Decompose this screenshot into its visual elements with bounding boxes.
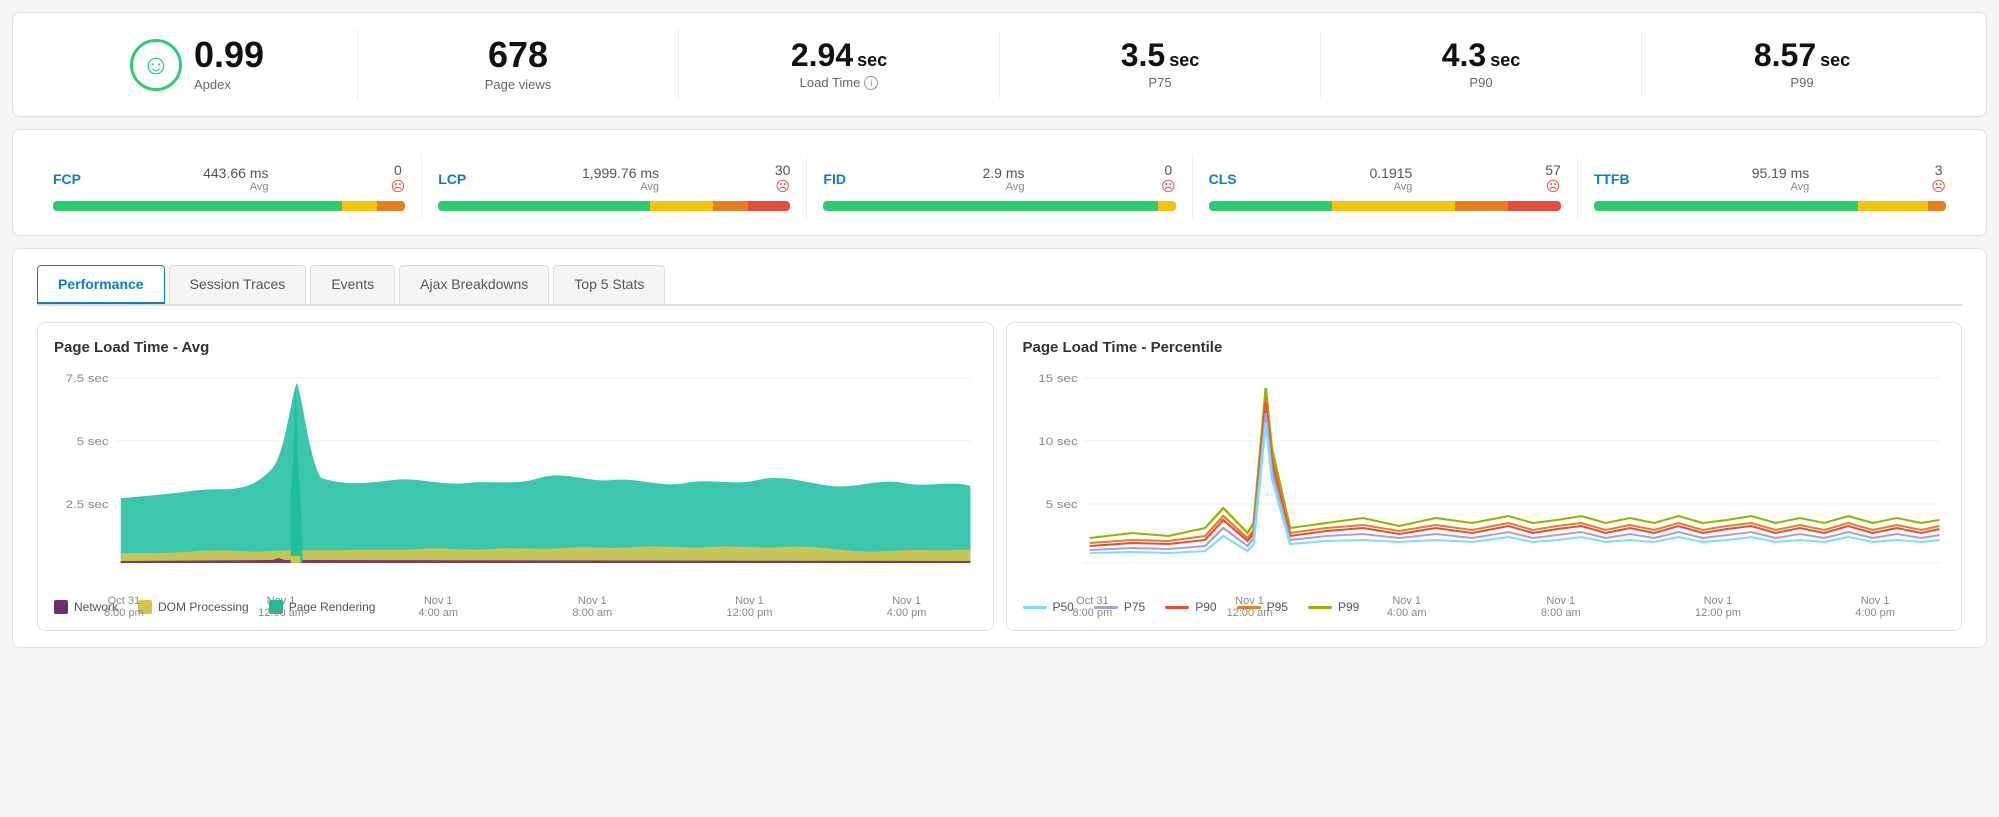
p99-stat: 8.57 sec P99 (1642, 31, 1962, 98)
p75-stat: 3.5 sec P75 (1000, 31, 1321, 98)
cls-alert-icon: ☹ (1546, 178, 1561, 195)
page-views-value: 678 (488, 37, 548, 73)
vital-cls: CLS 0.1915 Avg 57 ☹ (1193, 154, 1578, 219)
lcp-avg: 1,999.76 ms (582, 165, 659, 181)
top-stats-card: ☺ 0.99 Apdex 678 Page views 2.94 sec Loa… (12, 12, 1987, 117)
performance-card: Performance Session Traces Events Ajax B… (12, 248, 1987, 648)
lcp-count: 30 (775, 162, 791, 178)
ttfb-count: 3 (1935, 162, 1943, 178)
p99-unit: sec (1820, 50, 1850, 71)
load-time-label: Load Time i (800, 75, 879, 90)
load-time-value: 2.94 (791, 39, 853, 71)
vitals-row: FCP 443.66 ms Avg 0 ☹ LCP (37, 154, 1962, 219)
load-time-info-icon[interactable]: i (864, 76, 878, 90)
vital-fid: FID 2.9 ms Avg 0 ☹ (807, 154, 1192, 219)
svg-text:5 sec: 5 sec (77, 435, 109, 448)
p90-stat: 4.3 sec P90 (1321, 31, 1642, 98)
fid-avg: 2.9 ms (982, 165, 1024, 181)
lcp-bar (438, 201, 790, 211)
p90-unit: sec (1490, 50, 1520, 71)
lcp-alert-icon: ☹ (775, 178, 790, 195)
avg-chart-area: 7.5 sec 5 sec 2.5 sec Oct 318:00 pm (54, 368, 977, 588)
p75-unit: sec (1169, 50, 1199, 71)
ttfb-name: TTFB (1594, 171, 1630, 187)
web-vitals-card: FCP 443.66 ms Avg 0 ☹ LCP (12, 129, 1987, 236)
apdex-label: Apdex (194, 77, 264, 92)
cls-count: 57 (1545, 162, 1561, 178)
tab-ajax-breakdowns[interactable]: Ajax Breakdowns (399, 265, 549, 304)
percentile-chart-area: 15 sec 10 sec 5 sec Oct 318: (1023, 368, 1946, 588)
percentile-chart-title: Page Load Time - Percentile (1023, 339, 1946, 356)
charts-row: Page Load Time - Avg 7.5 sec 5 sec 2.5 s… (37, 322, 1962, 631)
fid-name: FID (823, 171, 846, 187)
fcp-alert-icon: ☹ (391, 178, 406, 195)
ttfb-bar (1594, 201, 1946, 211)
p75-value: 3.5 (1121, 39, 1165, 71)
p99-value: 8.57 (1754, 39, 1816, 71)
svg-text:15 sec: 15 sec (1038, 372, 1077, 385)
avg-chart-svg: 7.5 sec 5 sec 2.5 sec (54, 368, 977, 588)
vital-lcp: LCP 1,999.76 ms Avg 30 ☹ (422, 154, 807, 219)
apdex-smiley-icon: ☺ (130, 39, 182, 91)
svg-text:7.5 sec: 7.5 sec (66, 372, 109, 385)
avg-chart-title: Page Load Time - Avg (54, 339, 977, 356)
apdex-stat: ☺ 0.99 Apdex (37, 29, 358, 100)
vital-ttfb: TTFB 95.19 ms Avg 3 ☹ (1578, 154, 1962, 219)
svg-text:5 sec: 5 sec (1045, 498, 1077, 511)
fid-bar (823, 201, 1175, 211)
page-views-stat: 678 Page views (358, 29, 679, 100)
fcp-name: FCP (53, 171, 81, 187)
percentile-chart-x-labels: Oct 318:00 pm Nov 112:00 am Nov 14:00 am… (1023, 593, 1946, 619)
cls-avg: 0.1915 (1370, 165, 1413, 181)
p90-label: P90 (1469, 75, 1492, 90)
fid-alert-icon: ☹ (1161, 178, 1176, 195)
p90-value: 4.3 (1442, 39, 1486, 71)
load-time-stat: 2.94 sec Load Time i (679, 31, 1000, 98)
fcp-bar (53, 201, 405, 211)
avg-chart-x-labels: Oct 318:00 pm Nov 112:00 am Nov 14:00 am… (54, 593, 977, 619)
p99-label: P99 (1790, 75, 1813, 90)
top-stats-row: ☺ 0.99 Apdex 678 Page views 2.94 sec Loa… (37, 29, 1962, 100)
percentile-chart-card: Page Load Time - Percentile 15 sec 10 se… (1006, 322, 1963, 631)
load-time-unit: sec (857, 50, 887, 71)
avg-chart-card: Page Load Time - Avg 7.5 sec 5 sec 2.5 s… (37, 322, 994, 631)
fid-count: 0 (1164, 162, 1172, 178)
tab-events[interactable]: Events (310, 265, 395, 304)
p75-label: P75 (1148, 75, 1171, 90)
lcp-name: LCP (438, 171, 466, 187)
ttfb-alert-icon: ☹ (1931, 178, 1946, 195)
svg-text:10 sec: 10 sec (1038, 435, 1077, 448)
tabs-row: Performance Session Traces Events Ajax B… (37, 265, 1962, 306)
svg-text:2.5 sec: 2.5 sec (66, 498, 109, 511)
vital-fcp: FCP 443.66 ms Avg 0 ☹ (37, 154, 422, 219)
fcp-avg: 443.66 ms (203, 165, 268, 181)
tab-session-traces[interactable]: Session Traces (169, 265, 307, 304)
ttfb-avg: 95.19 ms (1752, 165, 1810, 181)
tab-top-5-stats[interactable]: Top 5 Stats (553, 265, 665, 304)
page-views-label: Page views (485, 77, 551, 92)
cls-name: CLS (1209, 171, 1237, 187)
apdex-value: 0.99 (194, 37, 264, 73)
cls-bar (1209, 201, 1561, 211)
fcp-count: 0 (394, 162, 402, 178)
percentile-chart-svg: 15 sec 10 sec 5 sec (1023, 368, 1946, 588)
tab-performance[interactable]: Performance (37, 265, 165, 304)
